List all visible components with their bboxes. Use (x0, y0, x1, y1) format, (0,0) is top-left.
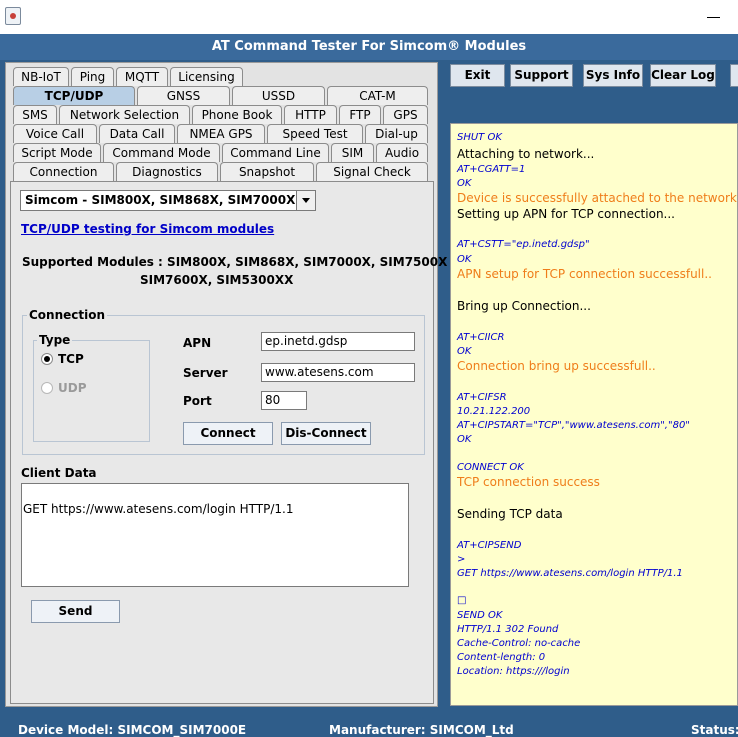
tab-network-selection[interactable]: Network Selection (59, 105, 190, 124)
log-line: SEND OK (457, 610, 503, 621)
log-line: AT+CSTT="ep.inetd.gdsp" (457, 239, 590, 250)
udp-radio-label: UDP (58, 381, 87, 395)
support-button[interactable]: Support (510, 64, 573, 87)
log-line: AT+CIPSTART="TCP","www.atesens.com","80" (457, 420, 690, 431)
log-line: AT+CIICR (457, 332, 505, 343)
tcp-radio[interactable] (41, 353, 53, 365)
device-model-status: Device Model: SIMCOM_SIM7000E (18, 723, 247, 737)
log-line: AT+CIFSR (457, 392, 507, 403)
log-line: OK (457, 254, 472, 265)
supported-modules-label: Supported Modules : (22, 255, 163, 269)
tab-gnss[interactable]: GNSS (137, 86, 230, 105)
log-line: Content-length: 0 (457, 652, 546, 663)
apn-field[interactable]: ep.inetd.gdsp (261, 332, 415, 351)
udp-radio[interactable] (41, 382, 53, 394)
log-line: APN setup for TCP connection successfull… (457, 267, 712, 281)
log-line: Cache-Control: no-cache (457, 638, 581, 649)
apn-label: APN (183, 336, 212, 350)
tab-ussd[interactable]: USSD (232, 86, 325, 105)
tab-signal-check[interactable]: Signal Check (316, 162, 428, 181)
app-title: AT Command Tester For Simcom® Modules (0, 34, 738, 60)
log-line: AT+CIPSEND (457, 540, 522, 551)
sys-info-button[interactable]: Sys Info (583, 64, 643, 87)
tcp-radio-label: TCP (58, 352, 84, 366)
tab-command-mode[interactable]: Command Mode (103, 143, 220, 162)
tab-snapshot[interactable]: Snapshot (220, 162, 314, 181)
log-line: OK (457, 346, 472, 357)
port-field[interactable]: 80 (261, 391, 307, 410)
tab-data-call[interactable]: Data Call (99, 124, 175, 143)
log-line: Attaching to network... (457, 147, 595, 161)
connection-status: Status: (691, 723, 738, 737)
tab-mqtt[interactable]: MQTT (116, 67, 168, 86)
port-label: Port (183, 394, 212, 408)
server-field[interactable]: www.atesens.com (261, 363, 415, 382)
tab-phone-book[interactable]: Phone Book (192, 105, 282, 124)
log-panel[interactable]: SHUT OK Attaching to network... AT+CGATT… (450, 123, 738, 706)
type-legend: Type (37, 333, 73, 347)
minimize-icon[interactable] (700, 3, 730, 29)
tab-ping[interactable]: Ping (71, 67, 114, 86)
tab-audio[interactable]: Audio (376, 143, 428, 162)
log-line: Sending TCP data (457, 507, 563, 521)
log-line: SHUT OK (457, 132, 502, 143)
log-line: 10.21.122.200 (457, 406, 531, 417)
client-data-textarea[interactable]: GET https://www.atesens.com/login HTTP/1… (21, 483, 409, 587)
disconnect-button[interactable]: Dis-Connect (281, 422, 371, 445)
server-label: Server (183, 366, 228, 380)
manufacturer-status: Manufacturer: SIMCOM_Ltd (329, 723, 514, 737)
log-line: GET https://www.atesens.com/login HTTP/1… (457, 568, 683, 579)
tab-connection[interactable]: Connection (13, 162, 114, 181)
tab-http[interactable]: HTTP (284, 105, 337, 124)
tab-script-mode[interactable]: Script Mode (13, 143, 101, 162)
log-line: Device is successfully attached to the n… (457, 191, 737, 205)
log-line: Setting up APN for TCP connection... (457, 207, 675, 221)
tab-dial-up[interactable]: Dial-up (365, 124, 428, 143)
window-titlebar (0, 0, 738, 34)
tab-diagnostics[interactable]: Diagnostics (116, 162, 218, 181)
module-select-value: Simcom - SIM800X, SIM868X, SIM7000X (25, 193, 296, 207)
tcp-udp-help-link[interactable]: TCP/UDP testing for Simcom modules (21, 222, 274, 236)
tab-tcp-udp[interactable]: TCP/UDP (13, 86, 135, 105)
connection-legend: Connection (27, 308, 108, 322)
tab-command-line[interactable]: Command Line (222, 143, 329, 162)
tab-voice-call[interactable]: Voice Call (13, 124, 97, 143)
clear-log-button[interactable]: Clear Log (650, 64, 716, 87)
supported-modules-line2: SIM7600X, SIM5300XX (140, 273, 294, 287)
tab-sim[interactable]: SIM (331, 143, 374, 162)
send-button[interactable]: Send (31, 600, 120, 623)
supported-modules-line1: SIM800X, SIM868X, SIM7000X, SIM7500X (167, 255, 448, 269)
log-line: Bring up Connection... (457, 299, 591, 313)
status-bar: Device Model: SIMCOM_SIM7000E Manufactur… (0, 712, 738, 737)
tab-licensing[interactable]: Licensing (170, 67, 243, 86)
log-line: AT+CGATT=1 (457, 164, 526, 175)
log-line: > (457, 554, 466, 565)
java-app-icon (5, 7, 21, 25)
supported-modules: Supported Modules : SIM800X, SIM868X, SI… (22, 255, 447, 269)
log-line: Connection bring up successfull.. (457, 359, 656, 373)
toolbar-overflow-button[interactable] (730, 64, 738, 87)
log-line: TCP connection success (457, 475, 600, 489)
tab-nb-iot[interactable]: NB-IoT (13, 67, 69, 86)
tab-gps[interactable]: GPS (383, 105, 428, 124)
chevron-down-icon[interactable] (296, 191, 315, 210)
log-line: Location: https:///login (457, 666, 570, 677)
log-line: OK (457, 434, 472, 445)
log-line: HTTP/1.1 302 Found (457, 624, 559, 635)
log-line: CONNECT OK (457, 462, 524, 473)
exit-button[interactable]: Exit (450, 64, 505, 87)
tab-nmea-gps[interactable]: NMEA GPS (177, 124, 265, 143)
tab-sms[interactable]: SMS (13, 105, 57, 124)
connect-button[interactable]: Connect (183, 422, 273, 445)
client-data-label: Client Data (21, 466, 97, 480)
tab-ftp[interactable]: FTP (339, 105, 381, 124)
log-line: □ (457, 595, 467, 606)
log-line: OK (457, 178, 472, 189)
module-select[interactable]: Simcom - SIM800X, SIM868X, SIM7000X (20, 190, 316, 211)
tab-speed-test[interactable]: Speed Test (267, 124, 363, 143)
tab-cat-m[interactable]: CAT-M (327, 86, 428, 105)
